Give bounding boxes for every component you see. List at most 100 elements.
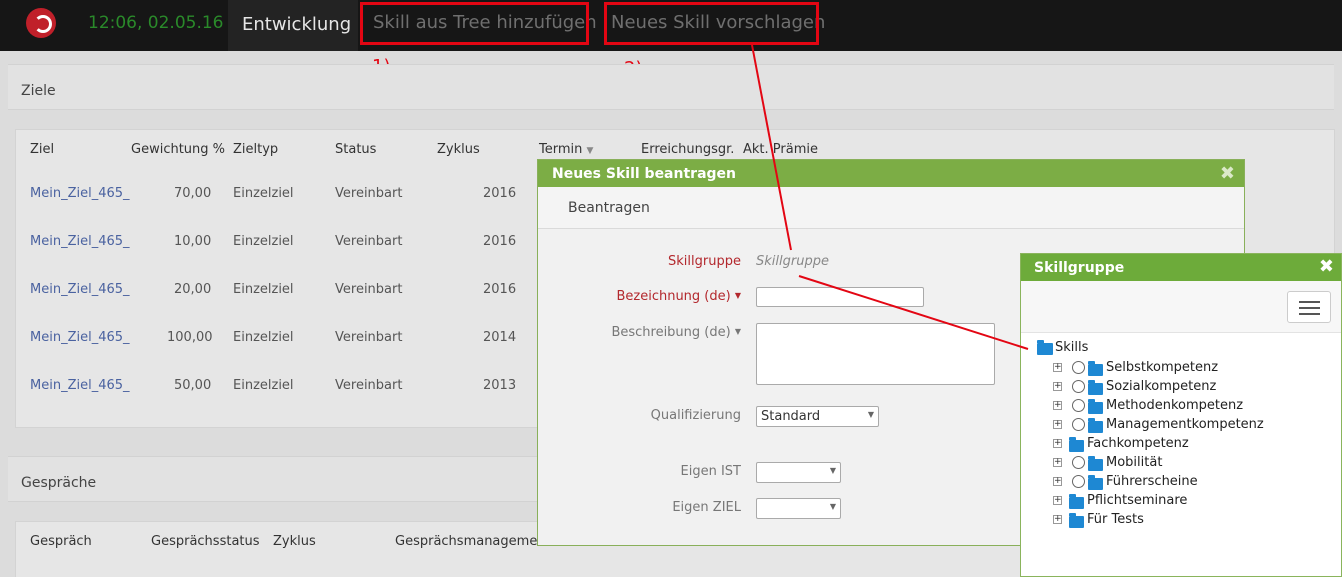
bezeichnung-label: Bezeichnung (de) ▼: [616, 289, 741, 304]
chevron-down-icon: ▼: [829, 466, 836, 475]
radio-button[interactable]: [1072, 456, 1085, 469]
column-header[interactable]: Zyklus: [273, 534, 316, 549]
radio-button[interactable]: [1072, 418, 1085, 431]
column-header[interactable]: Status: [335, 142, 376, 157]
dialog-header[interactable]: Neues Skill beantragen ✖: [538, 160, 1244, 187]
folder-open-icon: [1037, 340, 1053, 355]
qualifizierung-label: Qualifizierung: [650, 408, 741, 423]
expand-icon[interactable]: +: [1053, 401, 1062, 410]
annotation-box-2: [604, 2, 819, 45]
radio-button[interactable]: [1072, 380, 1085, 393]
tab-beantragen[interactable]: Beantragen: [538, 187, 1244, 229]
ziel-link[interactable]: Mein_Ziel_465_: [30, 330, 130, 345]
expand-icon[interactable]: +: [1053, 439, 1062, 448]
ziel-link[interactable]: Mein_Ziel_465_: [30, 378, 130, 393]
tree-item-label: Methodenkompetenz: [1106, 398, 1244, 413]
close-icon[interactable]: ✖: [1319, 256, 1334, 277]
expand-icon[interactable]: +: [1053, 420, 1062, 429]
eigen-ziel-label: Eigen ZIEL: [672, 500, 741, 515]
ziel-link[interactable]: Mein_Ziel_465_: [30, 282, 130, 297]
tree-item[interactable]: + Für Tests: [1021, 511, 1321, 530]
column-header[interactable]: Gesprächsmanagemen: [395, 534, 546, 549]
status-cell: Vereinbart: [335, 234, 403, 249]
tree-item-label: Fachkompetenz: [1087, 436, 1189, 451]
tree-root-skills[interactable]: Skills: [1037, 340, 1137, 359]
column-header-termin[interactable]: Termin ▼: [539, 142, 593, 157]
zieltyp-cell: Einzelziel: [233, 234, 294, 249]
radio-button[interactable]: [1072, 475, 1085, 488]
tree-item-label: Mobilität: [1106, 455, 1163, 470]
popup-header[interactable]: Skillgruppe ✖: [1021, 254, 1341, 281]
qualifizierung-value: Standard: [761, 409, 821, 424]
expand-icon[interactable]: +: [1053, 458, 1062, 467]
column-header[interactable]: Akt. Prämie: [743, 142, 818, 157]
tree-item[interactable]: + Managementkompetenz: [1021, 416, 1321, 435]
folder-icon: [1088, 380, 1103, 395]
radio-button[interactable]: [1072, 361, 1085, 374]
tree-item-label: Pflichtseminare: [1087, 493, 1188, 508]
eigen-ist-select[interactable]: ▼: [756, 462, 841, 483]
folder-icon: [1088, 399, 1103, 414]
dialog-title: Neues Skill beantragen: [552, 166, 737, 182]
expand-icon[interactable]: +: [1053, 363, 1062, 372]
beschreibung-textarea[interactable]: [756, 323, 995, 385]
column-header[interactable]: Ziel: [30, 142, 54, 157]
qualifizierung-select[interactable]: Standard ▼: [756, 406, 879, 427]
column-header[interactable]: Erreichungsgr.: [641, 142, 734, 157]
zyklus-cell: 2014: [483, 330, 517, 345]
clock-display: 12:06, 02.05.16: [88, 13, 224, 33]
gewichtung-cell: 20,00: [174, 282, 212, 297]
annotation-box-1: [360, 2, 589, 45]
zyklus-cell: 2016: [483, 234, 517, 249]
ziel-link[interactable]: Mein_Ziel_465_: [30, 234, 130, 249]
folder-icon: [1069, 437, 1084, 452]
expand-icon[interactable]: +: [1053, 477, 1062, 486]
gewichtung-cell: 50,00: [174, 378, 212, 393]
tree-root-label: Skills: [1055, 340, 1089, 355]
folder-icon: [1088, 361, 1103, 376]
expand-icon[interactable]: +: [1053, 496, 1062, 505]
chevron-down-icon: ▼: [867, 410, 874, 419]
zieltyp-cell: Einzelziel: [233, 378, 294, 393]
popup-title: Skillgruppe: [1034, 260, 1125, 276]
skillgruppe-popup: Skillgruppe ✖ Skills + Selbstkompetenz + So…: [1020, 253, 1342, 577]
expand-icon[interactable]: +: [1053, 382, 1062, 391]
tree-item[interactable]: + Pflichtseminare: [1021, 492, 1321, 511]
nav-tab-entwicklung[interactable]: Entwicklung: [228, 0, 358, 51]
tree-item[interactable]: + Sozialkompetenz: [1021, 378, 1321, 397]
bezeichnung-input[interactable]: [756, 287, 924, 307]
tree-item[interactable]: + Mobilität: [1021, 454, 1321, 473]
zieltyp-cell: Einzelziel: [233, 282, 294, 297]
tree-item-label: Für Tests: [1087, 512, 1144, 527]
folder-icon: [1088, 456, 1103, 471]
radio-button[interactable]: [1072, 399, 1085, 412]
ziel-link[interactable]: Mein_Ziel_465_: [30, 186, 130, 201]
expand-icon[interactable]: +: [1053, 515, 1062, 524]
eigen-ziel-select[interactable]: ▼: [756, 498, 841, 519]
column-header[interactable]: Gespräch: [30, 534, 92, 549]
column-header[interactable]: Gesprächsstatus: [151, 534, 260, 549]
tree-item[interactable]: + Fachkompetenz: [1021, 435, 1321, 454]
folder-icon: [1088, 475, 1103, 490]
chevron-down-icon: ▼: [829, 502, 836, 511]
folder-icon: [1088, 418, 1103, 433]
zyklus-cell: 2016: [483, 186, 517, 201]
status-cell: Vereinbart: [335, 282, 403, 297]
column-header[interactable]: Gewichtung %: [131, 142, 225, 157]
tree-item[interactable]: + Methodenkompetenz: [1021, 397, 1321, 416]
tree-item[interactable]: + Führerscheine: [1021, 473, 1321, 492]
section-header-ziele[interactable]: Ziele: [8, 64, 1334, 110]
column-header[interactable]: Zyklus: [437, 142, 480, 157]
hamburger-line: [1299, 307, 1320, 309]
sort-down-icon: ▼: [586, 146, 594, 156]
close-icon[interactable]: ✖: [1220, 163, 1235, 184]
column-header[interactable]: Zieltyp: [233, 142, 278, 157]
caret-down-icon[interactable]: ▼: [735, 291, 741, 300]
caret-down-icon[interactable]: ▼: [735, 327, 741, 336]
hamburger-line: [1299, 301, 1320, 303]
hamburger-menu-button[interactable]: [1287, 291, 1331, 323]
tree-item[interactable]: + Selbstkompetenz: [1021, 359, 1321, 378]
skillgruppe-field[interactable]: Skillgruppe: [756, 254, 829, 269]
status-cell: Vereinbart: [335, 378, 403, 393]
app-logo-icon[interactable]: [26, 8, 56, 38]
